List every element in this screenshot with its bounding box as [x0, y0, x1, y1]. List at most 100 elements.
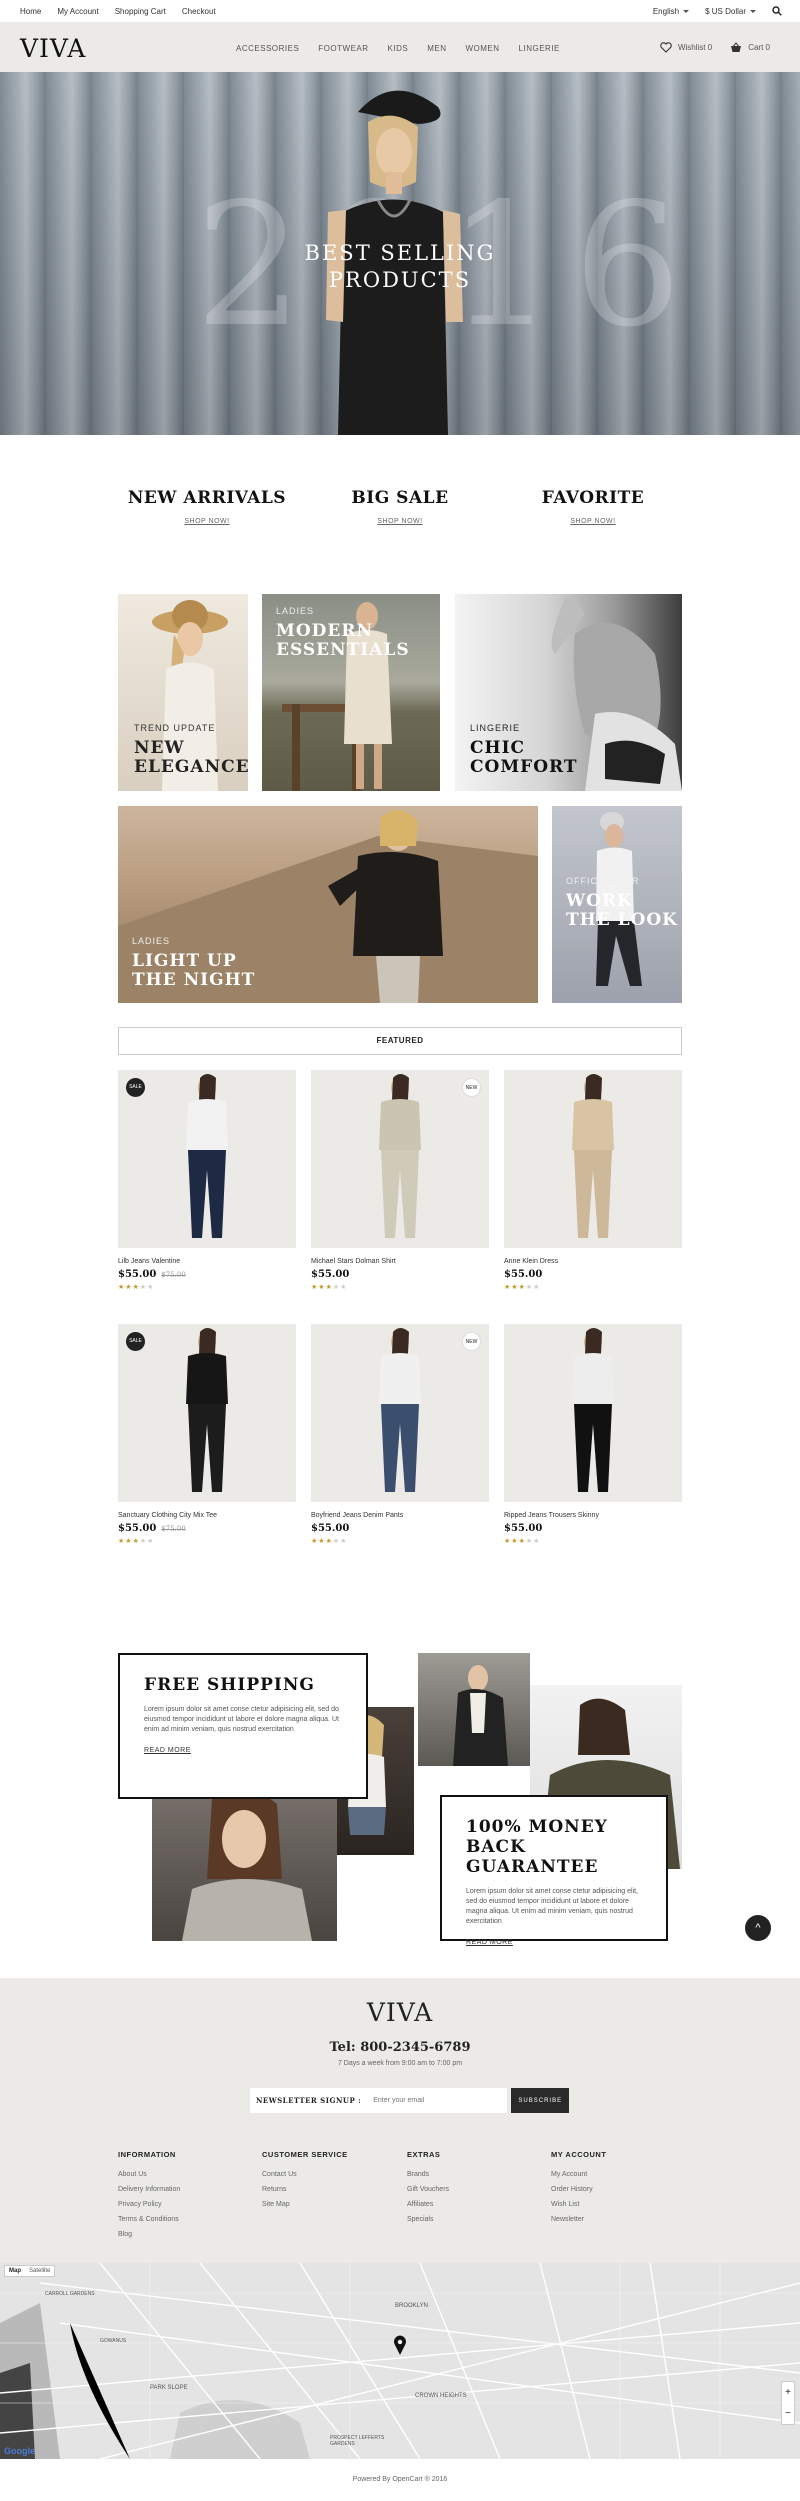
- newsletter-label: NEWSLETTER SIGNUP :: [250, 2088, 368, 2113]
- product-image[interactable]: [504, 1324, 682, 1502]
- cart-link[interactable]: Cart 0: [730, 42, 770, 53]
- footer-column-title: INFORMATION: [118, 2150, 176, 2159]
- banner-work-the-look[interactable]: OFFICE WEAR WORK THE LOOK: [552, 806, 682, 1003]
- footer-link[interactable]: Terms & Conditions: [118, 2216, 258, 2223]
- footer-link[interactable]: Blog: [118, 2231, 258, 2238]
- footer-link[interactable]: Specials: [407, 2216, 547, 2223]
- product-card[interactable]: SALE Sanctuary Clothing City Mix Tee $55.0…: [118, 1324, 296, 1545]
- top-link-home[interactable]: Home: [20, 7, 41, 16]
- top-link-cart[interactable]: Shopping Cart: [115, 7, 166, 16]
- nav-item-lingerie[interactable]: LINGERIE: [519, 44, 560, 53]
- star-icon: ★: [147, 1284, 155, 1291]
- footer-column-my-account: MY ACCOUNT My Account Order History Wish…: [551, 2150, 691, 2231]
- map-label: GOWANUS: [100, 2338, 127, 2344]
- product-image[interactable]: NEW: [311, 1324, 489, 1502]
- read-more-link[interactable]: READ MORE: [466, 1939, 642, 1946]
- shop-now-link[interactable]: SHOP NOW!: [300, 518, 500, 525]
- banner-title: LIGHT UP THE NIGHT: [132, 952, 255, 990]
- banner-new-elegance[interactable]: TREND UPDATE NEW ELEGANCE: [118, 594, 248, 791]
- banner-label: OFFICE WEAR: [566, 876, 640, 886]
- featured-tab[interactable]: FEATURED: [118, 1027, 682, 1055]
- product-name[interactable]: Anne Klein Dress: [504, 1258, 682, 1265]
- product-name[interactable]: Michael Stars Dolman Shirt: [311, 1258, 489, 1265]
- nav-item-footwear[interactable]: FOOTWEAR: [318, 44, 368, 53]
- top-link-account[interactable]: My Account: [57, 7, 98, 16]
- product-rating: ★★★★★: [118, 1537, 296, 1545]
- product-image[interactable]: [504, 1070, 682, 1248]
- shop-now-link[interactable]: SHOP NOW!: [493, 518, 693, 525]
- product-price: $55.00: [311, 1269, 489, 1280]
- footer-link[interactable]: Newsletter: [551, 2216, 691, 2223]
- map-tab-map[interactable]: Map: [5, 2266, 25, 2276]
- footer-link[interactable]: Gift Vouchers: [407, 2186, 547, 2193]
- scroll-to-top-button[interactable]: ^: [745, 1915, 771, 1941]
- subscribe-button[interactable]: SUBSCRIBE: [511, 2088, 570, 2113]
- site-logo[interactable]: VIVA: [20, 34, 86, 63]
- star-icon: ★: [511, 1538, 519, 1545]
- map-pin-icon[interactable]: [393, 2335, 407, 2355]
- chevron-down-icon: [683, 9, 690, 13]
- product-image[interactable]: SALE: [118, 1324, 296, 1502]
- banner-title-line1: MODERN: [276, 621, 373, 641]
- product-name[interactable]: Boyfriend Jeans Denim Pants: [311, 1512, 489, 1519]
- footer-link[interactable]: Affiliates: [407, 2201, 547, 2208]
- footer-link[interactable]: Order History: [551, 2186, 691, 2193]
- product-image[interactable]: SALE: [118, 1070, 296, 1248]
- currency-select[interactable]: $ US Dollar: [705, 7, 756, 16]
- footer-link[interactable]: Returns: [262, 2186, 402, 2193]
- current-price: $55.00: [504, 1269, 543, 1280]
- footer-link[interactable]: Brands: [407, 2171, 547, 2178]
- footer-link[interactable]: Contact Us: [262, 2171, 402, 2178]
- shop-now-link[interactable]: SHOP NOW!: [107, 518, 307, 525]
- top-bar: Home My Account Shopping Cart Checkout E…: [0, 0, 800, 22]
- map-tab-satellite[interactable]: Satellite: [25, 2266, 54, 2276]
- product-card[interactable]: SALE Lilb Jeans Valentine $55.00 $75.00 ★★★★…: [118, 1070, 296, 1291]
- footer-link[interactable]: My Account: [551, 2171, 691, 2178]
- nav-item-women[interactable]: WOMEN: [465, 44, 499, 53]
- map-label: PARK SLOPE: [150, 2385, 188, 2391]
- top-links: Home My Account Shopping Cart Checkout: [20, 7, 216, 16]
- nav-item-accessories[interactable]: ACCESSORIES: [236, 44, 299, 53]
- zoom-in-button[interactable]: +: [782, 2382, 794, 2403]
- footer-link[interactable]: About Us: [118, 2171, 258, 2178]
- footer-link[interactable]: Privacy Policy: [118, 2201, 258, 2208]
- star-icon: ★: [518, 1284, 526, 1291]
- product-image[interactable]: NEW: [311, 1070, 489, 1248]
- language-select[interactable]: English: [653, 7, 690, 16]
- product-card[interactable]: Ripped Jeans Trousers Skinny $55.00 ★★★★★: [504, 1324, 682, 1545]
- product-card[interactable]: Anne Klein Dress $55.00 ★★★★★: [504, 1070, 682, 1291]
- zoom-out-button[interactable]: −: [782, 2403, 794, 2424]
- location-map[interactable]: Map Satellite BROOKLYN PARK SLOPE CROWN …: [0, 2263, 800, 2459]
- banner-light-up-night[interactable]: LADIES LIGHT UP THE NIGHT: [118, 806, 538, 1003]
- product-card[interactable]: NEW Boyfriend Jeans Denim Pants $55.00 ★★★★…: [311, 1324, 489, 1545]
- category-title: FAVORITE: [541, 488, 645, 508]
- sale-badge: SALE: [126, 1332, 145, 1351]
- newsletter-email-input[interactable]: [367, 2088, 508, 2113]
- product-name[interactable]: Sanctuary Clothing City Mix Tee: [118, 1512, 296, 1519]
- banner-modern-essentials[interactable]: LADIES MODERN ESSENTIALS: [262, 594, 440, 791]
- nav-item-men[interactable]: MEN: [427, 44, 446, 53]
- current-price: $55.00: [118, 1523, 157, 1534]
- product-name[interactable]: Ripped Jeans Trousers Skinny: [504, 1512, 682, 1519]
- top-link-checkout[interactable]: Checkout: [182, 7, 216, 16]
- hero-banner[interactable]: 2016 BEST SELLING PRODUCTS: [0, 72, 800, 435]
- map-label: CARROLL GARDENS: [45, 2291, 95, 2297]
- star-icon: ★: [511, 1284, 519, 1291]
- banner-title-line1: WORK: [566, 891, 633, 911]
- nav-item-kids[interactable]: KIDS: [388, 44, 409, 53]
- banner-chic-comfort[interactable]: LINGERIE CHIC COMFORT: [455, 594, 682, 791]
- wishlist-link[interactable]: Wishlist 0: [660, 42, 712, 53]
- footer-link[interactable]: Wish List: [551, 2201, 691, 2208]
- star-icon: ★: [325, 1284, 333, 1291]
- footer-link[interactable]: Site Map: [262, 2201, 402, 2208]
- search-icon[interactable]: [772, 6, 782, 16]
- product-name[interactable]: Lilb Jeans Valentine: [118, 1258, 296, 1265]
- footer-link[interactable]: Delivery Information: [118, 2186, 258, 2193]
- footer-logo[interactable]: VIVA: [0, 1998, 800, 2027]
- product-card[interactable]: NEW Michael Stars Dolman Shirt $55.00 ★★★★★: [311, 1070, 489, 1291]
- hero-title-line2: PRODUCTS: [328, 268, 472, 292]
- currency-label: $ US Dollar: [705, 6, 746, 16]
- read-more-link[interactable]: READ MORE: [144, 1747, 342, 1754]
- header-actions: Wishlist 0 Cart 0: [660, 42, 770, 53]
- google-logo: Google: [4, 2446, 35, 2456]
